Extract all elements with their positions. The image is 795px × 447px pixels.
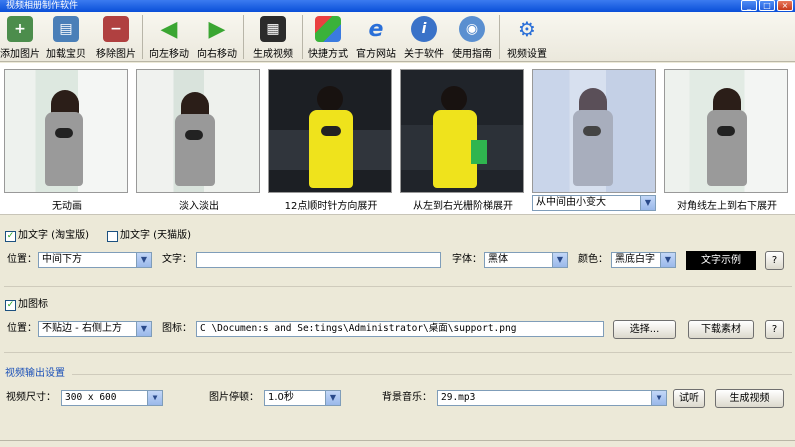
chevron-down-icon: ▼ — [552, 253, 567, 267]
add-icon-label: 加图标 — [18, 299, 48, 310]
shortcut-button[interactable]: 快捷方式 — [305, 12, 351, 62]
thumbnail-item[interactable]: 从中间由小变大 ▼ — [532, 69, 658, 211]
toolbar: + 添加图片 ▤ 加载宝贝 − 移除图片 ◀ 向左移动 ▶ 向右移动 ▦ 生成视… — [0, 12, 795, 62]
load-item-button[interactable]: ▤ 加载宝贝 — [40, 12, 92, 62]
guide-button[interactable]: ◉ 使用指南 — [447, 12, 497, 62]
arrow-left-icon: ◀ — [160, 16, 178, 42]
text-help-button[interactable]: ? — [765, 251, 784, 270]
video-settings-button[interactable]: ⚙ 视频设置 — [502, 12, 552, 62]
color-select[interactable]: 黑底白字 ▼ — [611, 252, 676, 268]
thumbnail-caption: 淡入淡出 — [179, 201, 219, 212]
chevron-down-icon: ▼ — [136, 322, 151, 336]
thumbnail-item[interactable]: 对角线左上到右下展开 — [664, 69, 790, 212]
add-text-tmall-label: 加文字 (天猫版) — [120, 230, 191, 241]
text-input[interactable] — [196, 252, 441, 268]
thumbnail-item[interactable]: 12点顺时针方向展开 — [268, 69, 394, 212]
toolbar-separator — [302, 15, 303, 59]
toolbar-separator — [499, 15, 500, 59]
thumbnail-caption: 12点顺时针方向展开 — [284, 201, 378, 212]
thumbnail-caption: 对角线左上到右下展开 — [677, 201, 777, 212]
background-music-select[interactable]: 29.mp3 ▼ — [437, 390, 667, 406]
chevron-down-icon: ▼ — [325, 391, 340, 405]
font-select[interactable]: 黑体 ▼ — [484, 252, 568, 268]
text-sample-preview: 文字示例 — [686, 251, 756, 270]
thumbnail-image — [4, 69, 128, 193]
add-image-icon: + — [7, 16, 33, 42]
remove-image-icon: − — [103, 16, 129, 42]
text-position-label: 位置： — [7, 254, 37, 265]
thumbnail-item[interactable]: 从左到右光栅阶梯展开 — [400, 69, 526, 212]
move-right-button[interactable]: ▶ 向右移动 — [193, 12, 241, 62]
chevron-down-icon: ▼ — [640, 196, 655, 210]
thumbnail-image — [400, 69, 524, 193]
clapperboard-icon: ▦ — [260, 16, 286, 42]
add-text-taobao-checkbox[interactable]: ✓ — [5, 231, 16, 242]
thumbnail-image — [664, 69, 788, 193]
toolbar-separator — [142, 15, 143, 59]
output-settings-title: 视频输出设置 — [5, 368, 65, 379]
background-music-label: 背景音乐： — [382, 392, 432, 403]
thumbnail-image — [532, 69, 656, 193]
globe-icon: ◉ — [459, 16, 485, 42]
transition-select[interactable]: 从中间由小变大 ▼ — [532, 195, 656, 211]
load-item-icon: ▤ — [53, 16, 79, 42]
window-title: 视频相册制作软件 — [6, 1, 79, 11]
video-size-select[interactable]: 300 x 600 ▼ — [61, 390, 163, 406]
thumbnail-strip: 无动画 淡入淡出 12点顺时针方向展开 从左到右光栅阶梯展开 从中间由小变大 ▼… — [0, 63, 795, 215]
add-icon-checkbox[interactable]: ✓ — [5, 300, 16, 311]
thumbnail-item[interactable]: 淡入淡出 — [136, 69, 262, 212]
chevron-down-icon: ▼ — [660, 253, 675, 267]
text-label: 文字： — [162, 254, 192, 265]
icon-label: 图标： — [162, 323, 192, 334]
browser-icon: e — [368, 16, 384, 42]
video-size-label: 视频尺寸： — [6, 392, 56, 403]
color-label: 颜色： — [578, 254, 608, 265]
add-text-tmall-checkbox[interactable] — [107, 231, 118, 242]
generate-video-bottom-button[interactable]: 生成视频 — [715, 389, 784, 408]
icon-position-label: 位置： — [7, 323, 37, 334]
divider — [4, 352, 792, 353]
divider — [72, 374, 792, 375]
icon-help-button[interactable]: ? — [765, 320, 784, 339]
listen-button[interactable]: 试听 — [673, 389, 705, 408]
font-label: 字体： — [452, 254, 482, 265]
image-pause-select[interactable]: 1.0秒 ▼ — [264, 390, 341, 406]
maximize-button[interactable]: □ — [759, 0, 775, 11]
info-icon: i — [411, 16, 437, 42]
thumbnail-caption: 无动画 — [52, 201, 82, 212]
website-button[interactable]: e 官方网站 — [351, 12, 401, 62]
add-image-button[interactable]: + 添加图片 — [0, 12, 40, 62]
thumbnail-caption: 从左到右光栅阶梯展开 — [413, 201, 513, 212]
toolbar-separator — [243, 15, 244, 59]
cubes-icon — [315, 16, 341, 42]
close-button[interactable]: × — [777, 0, 793, 11]
thumbnail-item[interactable]: 无动画 — [4, 69, 130, 212]
thumbnail-image — [268, 69, 392, 193]
minimize-button[interactable]: _ — [741, 0, 757, 11]
gear-icon: ⚙ — [518, 17, 536, 41]
browse-button[interactable]: 选择... — [613, 320, 676, 339]
generate-video-button[interactable]: ▦ 生成视频 — [246, 12, 300, 62]
about-button[interactable]: i 关于软件 — [401, 12, 447, 62]
chevron-down-icon: ▼ — [651, 391, 666, 405]
move-left-button[interactable]: ◀ 向左移动 — [145, 12, 193, 62]
image-pause-label: 图片停顿： — [209, 392, 259, 403]
title-bar: 视频相册制作软件 _ □ × — [0, 0, 795, 12]
thumbnail-image — [136, 69, 260, 193]
chevron-down-icon: ▼ — [147, 391, 162, 405]
status-bar-divider — [0, 440, 795, 441]
divider — [4, 286, 792, 287]
remove-image-button[interactable]: − 移除图片 — [92, 12, 140, 62]
icon-position-select[interactable]: 不贴边 - 右侧上方 ▼ — [38, 321, 152, 337]
download-assets-button[interactable]: 下载素材 — [688, 320, 754, 339]
text-position-select[interactable]: 中间下方 ▼ — [38, 252, 152, 268]
icon-path-input[interactable]: C \Documen:s and Se:tings\Administrator\… — [196, 321, 604, 337]
add-text-taobao-label: 加文字 (淘宝版) — [18, 230, 89, 241]
arrow-right-icon: ▶ — [208, 16, 226, 42]
chevron-down-icon: ▼ — [136, 253, 151, 267]
